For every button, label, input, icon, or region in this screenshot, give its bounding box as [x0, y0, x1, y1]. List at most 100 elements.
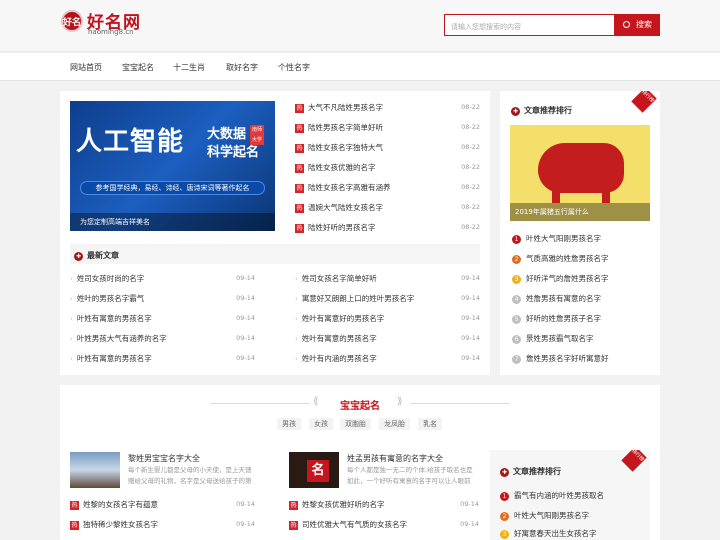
- list-item[interactable]: 热大气不凡陆姓男孩名字 08-22: [295, 102, 480, 114]
- hot-badge: 热: [295, 124, 304, 133]
- list-item[interactable]: ‹ 叶姓男孩大气有涵养的名字 09-14: [70, 333, 255, 345]
- rank-item-title[interactable]: 景姓男孩霸气取名字: [526, 334, 594, 343]
- list-item-title[interactable]: 司姓优雅大气有气质的女孩名字: [302, 520, 407, 529]
- divider: [210, 403, 310, 404]
- nav-item-home[interactable]: 网站首页: [70, 62, 102, 73]
- list-item[interactable]: ‹ 姓司女孩名字简单好听 09-14: [295, 273, 480, 285]
- list-item-title[interactable]: 陆姓女孩名字高雅有涵养: [308, 183, 391, 192]
- list-item-date: 08-22: [461, 223, 480, 231]
- list-item[interactable]: ‹ 姓叶有内涵的男孩名字 09-14: [295, 353, 480, 365]
- list-item-title[interactable]: 陆姓男孩名字简单好听: [308, 123, 383, 132]
- rank-item[interactable]: 5 好听的姓詹男孩子名字: [512, 313, 601, 325]
- list-item[interactable]: ‹ 姓叶有寓意好的男孩名字 09-14: [295, 313, 480, 325]
- list-item-title[interactable]: 温婉大气陆姓女孩名字: [308, 203, 383, 212]
- list-item-date: 09-14: [461, 314, 480, 322]
- rank-item[interactable]: 2 气质高雅的姓詹男孩名字: [512, 253, 609, 265]
- list-item[interactable]: 热司姓优雅大气有气质的女孩名字 09-14: [289, 519, 479, 531]
- search-button[interactable]: 搜索: [615, 14, 660, 36]
- list-item[interactable]: ‹ 叶姓有寓意的男孩名字 09-14: [70, 313, 255, 325]
- divider: [410, 403, 510, 404]
- list-item-title[interactable]: 叶姓有寓意的男孩名字: [77, 314, 152, 323]
- rank-item-title[interactable]: 叶姓大气阳刚男孩名字: [514, 511, 589, 520]
- rank-item[interactable]: 1 霸气有内涵的叶姓男孩取名: [500, 490, 604, 502]
- rank-item-title[interactable]: 气质高雅的姓詹男孩名字: [526, 254, 609, 263]
- list-item-title[interactable]: 姓叶有寓意好的男孩名字: [302, 314, 385, 323]
- list-item-title[interactable]: 姓叶的男孩名字霸气: [77, 294, 145, 303]
- list-item[interactable]: 热陆姓女孩名字独特大气 08-22: [295, 142, 480, 154]
- logo-seal-icon[interactable]: 好名: [61, 10, 83, 32]
- card-description: 每个人都是独一无二的个体,给孩子取名也是 如此，一个好听有寓意的名字可以让人眼前: [347, 465, 497, 487]
- list-item-title[interactable]: 姓黎女孩优雅好听的名字: [302, 500, 385, 509]
- list-item-date: 09-14: [236, 274, 255, 282]
- list-item-title[interactable]: 寓意好又朗朗上口的姓叶男孩名字: [302, 294, 415, 303]
- list-item-title[interactable]: 独特稀少黎姓女孩名字: [83, 520, 158, 529]
- card-thumbnail[interactable]: [70, 452, 120, 488]
- rank2-ribbon: 排行榜: [621, 450, 647, 472]
- list-item[interactable]: 热姓黎女孩优雅好听的名字 09-14: [289, 499, 479, 511]
- list-item-title[interactable]: 姓叶有寓意的男孩名字: [302, 334, 377, 343]
- list-item-title[interactable]: 姓叶有内涵的男孩名字: [302, 354, 377, 363]
- card-title[interactable]: 黎姓男宝宝名字大全: [128, 453, 200, 464]
- rank-item[interactable]: 4 姓詹男孩有寓意的名字: [512, 293, 601, 305]
- hot-badge: 热: [295, 204, 304, 213]
- rank-item[interactable]: 3 好听洋气的詹姓男孩名字: [512, 273, 609, 285]
- rank-item[interactable]: 3 好寓意春天出生女孩名字: [500, 528, 597, 540]
- rank-item[interactable]: 1 叶姓大气阳刚男孩名字: [512, 233, 601, 245]
- list-item[interactable]: 热温婉大气陆姓女孩名字 08-22: [295, 202, 480, 214]
- rank-item-title[interactable]: 好寓意春天出生女孩名字: [514, 529, 597, 538]
- list-item[interactable]: 热陆姓男孩名字简单好听 08-22: [295, 122, 480, 134]
- list-item-date: 08-22: [461, 123, 480, 131]
- rank-image-caption[interactable]: 2019年属猪五行属什么: [510, 203, 650, 221]
- banner-subtitle-1: 大数据: [207, 127, 247, 142]
- search-icon: [623, 21, 630, 28]
- card-thumbnail[interactable]: 名: [289, 452, 339, 488]
- rank-item-title[interactable]: 詹姓男孩名字好听寓意好: [526, 354, 609, 363]
- list-item-title[interactable]: 陆姓女孩优雅的名字: [308, 163, 376, 172]
- nav-item-personal-names[interactable]: 个性名字: [278, 62, 310, 73]
- nav-item-baby-naming[interactable]: 宝宝起名: [122, 62, 154, 73]
- rank-item-title[interactable]: 姓詹男孩有寓意的名字: [526, 294, 601, 303]
- list-item-title[interactable]: 叶姓男孩大气有涵养的名字: [77, 334, 167, 343]
- list-item[interactable]: 热陆姓女孩名字高雅有涵养 08-22: [295, 182, 480, 194]
- list-item-title[interactable]: 陆姓女孩名字独特大气: [308, 143, 383, 152]
- list-item-title[interactable]: 陆姓好听的男孩名字: [308, 223, 376, 232]
- rank-item-title[interactable]: 霸气有内涵的叶姓男孩取名: [514, 491, 604, 500]
- list-item-title[interactable]: 叶姓有寓意的男孩名字: [77, 354, 152, 363]
- list-item[interactable]: 热独特稀少黎姓女孩名字 09-14: [70, 519, 255, 531]
- rank-item[interactable]: 6 景姓男孩霸气取名字: [512, 333, 594, 345]
- tag-nickname[interactable]: 乳名: [418, 418, 442, 430]
- list-item[interactable]: ‹ 寓意好又朗朗上口的姓叶男孩名字 09-14: [295, 293, 480, 305]
- tag-dragon-phoenix[interactable]: 龙凤胎: [379, 418, 410, 430]
- list-item-date: 09-14: [236, 334, 255, 342]
- rank-number: 3: [500, 530, 509, 539]
- banner-image[interactable]: 人工智能 大数据 科学起名 南师大学 参考国学经典，易经、诗经、唐诗宋词等著作起…: [70, 101, 275, 231]
- list-item-title[interactable]: 姓司女孩时尚的名字: [77, 274, 145, 283]
- tag-boy[interactable]: 男孩: [277, 418, 301, 430]
- list-item[interactable]: ‹ 姓叶有寓意的男孩名字 09-14: [295, 333, 480, 345]
- rank-item[interactable]: 2 叶姓大气阳刚男孩名字: [500, 510, 589, 522]
- rank-item[interactable]: 7 詹姓男孩名字好听寓意好: [512, 353, 609, 365]
- list-item-title[interactable]: 大气不凡陆姓男孩名字: [308, 103, 383, 112]
- list-item[interactable]: ‹ 叶姓有寓意的男孩名字 09-14: [70, 353, 255, 365]
- card-title[interactable]: 姓孟男孩有寓意的名字大全: [347, 453, 443, 464]
- rank-item-title[interactable]: 好听洋气的詹姓男孩名字: [526, 274, 609, 283]
- nav-item-good-names[interactable]: 取好名字: [226, 62, 258, 73]
- list-item[interactable]: ‹ 姓叶的男孩名字霸气 09-14: [70, 293, 255, 305]
- nav-item-zodiac[interactable]: 十二生肖: [173, 62, 205, 73]
- list-item[interactable]: 热姓黎的女孩名字有蕴意 09-14: [70, 499, 255, 511]
- chevron-right-icon: ‹: [295, 335, 298, 343]
- tag-twins[interactable]: 双胞胎: [340, 418, 371, 430]
- list-item-date: 08-22: [461, 183, 480, 191]
- list-item[interactable]: 热陆姓好听的男孩名字 08-22: [295, 222, 480, 234]
- rank-item-title[interactable]: 叶姓大气阳刚男孩名字: [526, 234, 601, 243]
- rank-item-title[interactable]: 好听的姓詹男孩子名字: [526, 314, 601, 323]
- list-item-title[interactable]: 姓司女孩名字简单好听: [302, 274, 377, 283]
- tag-girl[interactable]: 女孩: [309, 418, 333, 430]
- rank-number: 7: [512, 355, 521, 364]
- rank-number: 6: [512, 335, 521, 344]
- list-item-title[interactable]: 姓黎的女孩名字有蕴意: [83, 500, 158, 509]
- list-item[interactable]: ‹ 姓司女孩时尚的名字 09-14: [70, 273, 255, 285]
- list-item[interactable]: 热陆姓女孩优雅的名字 08-22: [295, 162, 480, 174]
- search-input[interactable]: 请输入您想搜索的内容: [444, 14, 615, 36]
- list-item-date: 09-14: [460, 500, 479, 508]
